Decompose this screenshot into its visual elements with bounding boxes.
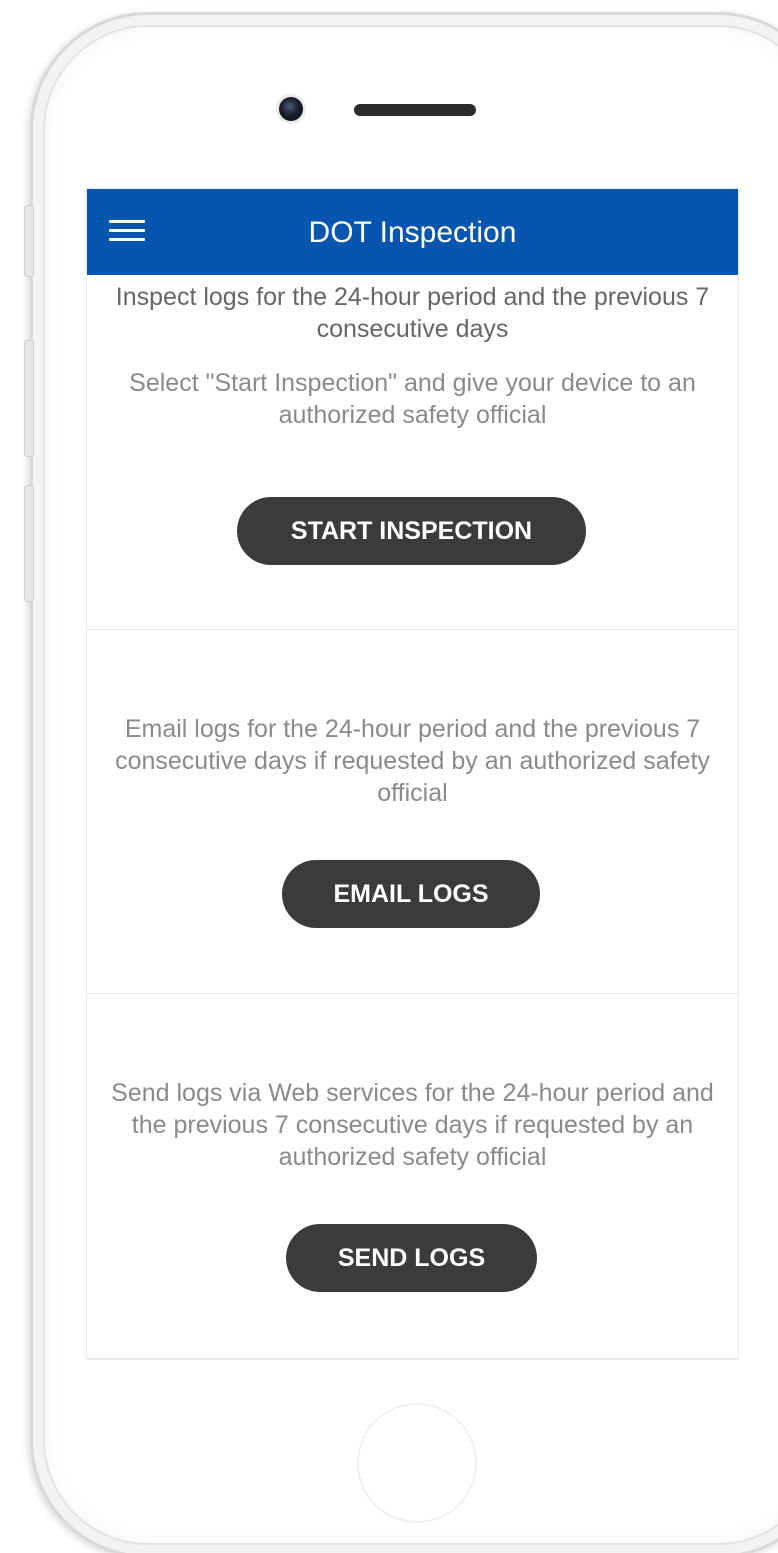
- volume-up-button: [24, 340, 34, 457]
- app-screen: DOT Inspection Inspect logs for the 24-h…: [86, 188, 739, 1360]
- email-logs-section: Email logs for the 24-hour period and th…: [87, 630, 738, 994]
- inspection-section: Inspect logs for the 24-hour period and …: [87, 275, 738, 630]
- volume-down-button: [24, 485, 34, 602]
- home-button[interactable]: [357, 1403, 477, 1523]
- inspection-description: Inspect logs for the 24-hour period and …: [115, 283, 710, 343]
- inspection-instructions: Select "Start Inspection" and give your …: [129, 369, 696, 429]
- email-logs-description: Email logs for the 24-hour period and th…: [115, 715, 710, 807]
- send-logs-section: Send logs via Web services for the 24-ho…: [87, 994, 738, 1359]
- send-logs-button[interactable]: SEND LOGS: [286, 1224, 537, 1292]
- front-camera: [279, 97, 303, 121]
- email-logs-button[interactable]: EMAIL LOGS: [282, 860, 540, 928]
- app-bar: DOT Inspection: [87, 189, 738, 275]
- mute-switch: [24, 205, 34, 277]
- start-inspection-button[interactable]: START INSPECTION: [237, 497, 586, 565]
- page-title: DOT Inspection: [308, 216, 517, 249]
- send-logs-description: Send logs via Web services for the 24-ho…: [111, 1079, 714, 1171]
- earpiece-speaker: [354, 104, 476, 116]
- device-frame-stage: DOT Inspection Inspect logs for the 24-h…: [0, 0, 778, 1553]
